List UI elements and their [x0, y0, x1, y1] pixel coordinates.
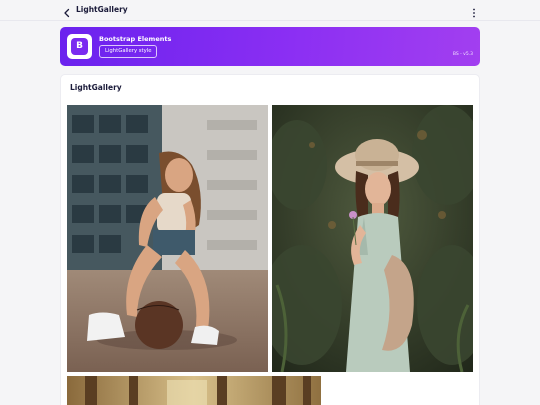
- library-banner: B Bootstrap Elements LightGallery style …: [60, 27, 480, 66]
- lightgallery-style-chip[interactable]: LightGallery style: [99, 45, 158, 58]
- gallery-photo-2[interactable]: [272, 105, 473, 372]
- bootstrap-logo-icon: B: [67, 34, 92, 59]
- more-vertical-icon[interactable]: [470, 4, 478, 18]
- gallery-photo-1[interactable]: [67, 105, 268, 372]
- page-title: LightGallery: [76, 5, 128, 14]
- version-label: BS - v5.3: [452, 52, 473, 57]
- chevron-left-icon[interactable]: [61, 4, 73, 18]
- banner-title: Bootstrap Elements: [99, 35, 172, 43]
- card-title: LightGallery: [70, 83, 122, 92]
- bootstrap-logo-letter: B: [71, 38, 88, 55]
- top-app-bar: LightGallery: [0, 0, 540, 21]
- gallery-photo-3[interactable]: [67, 376, 321, 405]
